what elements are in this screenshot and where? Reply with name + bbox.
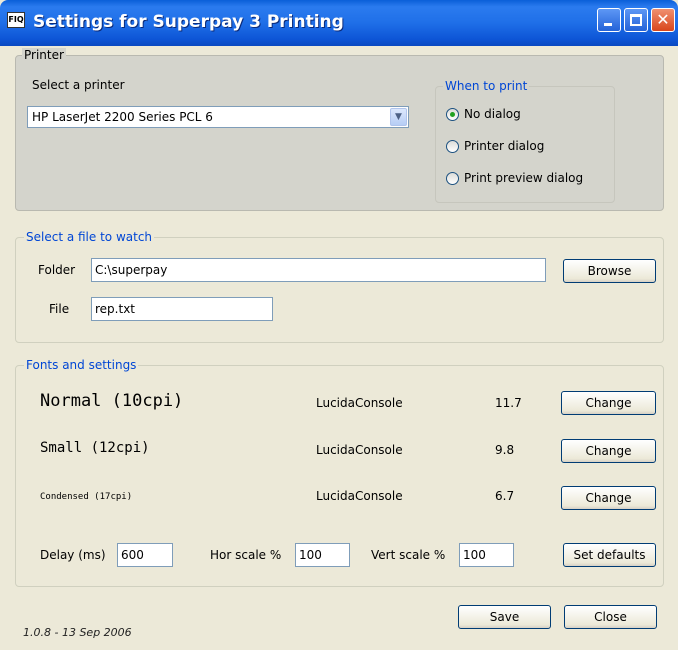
minimize-button[interactable] xyxy=(597,8,621,32)
hor-scale-input[interactable]: 100 xyxy=(295,543,350,567)
font-condensed-size: 6.7 xyxy=(495,489,515,503)
window-title: Settings for Superpay 3 Printing xyxy=(33,12,344,32)
font-small-size: 9.8 xyxy=(495,443,515,457)
watch-file-group: Select a file to watch xyxy=(15,230,664,343)
font-normal-size: 11.7 xyxy=(495,396,522,410)
vert-scale-label: Vert scale % xyxy=(371,548,446,562)
chevron-down-icon[interactable]: ▼ xyxy=(390,108,407,126)
maximize-button[interactable] xyxy=(624,8,648,32)
printer-group-title: Printer xyxy=(22,48,66,62)
title-bar[interactable]: FIQ Settings for Superpay 3 Printing ✕ xyxy=(0,0,678,46)
radio-no-dialog[interactable] xyxy=(446,108,459,121)
font-condensed-name: Condensed (17cpi) xyxy=(40,492,133,502)
radio-print-preview-dialog-label[interactable]: Print preview dialog xyxy=(464,171,583,185)
browse-button[interactable]: Browse xyxy=(563,259,656,283)
font-small-name: Small (12cpi) xyxy=(40,440,150,456)
printer-select[interactable]: HP LaserJet 2200 Series PCL 6 ▼ xyxy=(27,106,409,128)
folder-input[interactable]: C:\superpay xyxy=(91,258,546,282)
close-button[interactable]: Close xyxy=(564,605,657,629)
close-icon: ✕ xyxy=(656,10,670,29)
radio-print-preview-dialog[interactable] xyxy=(446,172,459,185)
change-small-font-button[interactable]: Change xyxy=(561,439,656,463)
watch-file-group-title: Select a file to watch xyxy=(24,230,155,244)
file-input[interactable]: rep.txt xyxy=(91,297,273,321)
maximize-icon xyxy=(630,14,642,26)
printer-select-value: HP LaserJet 2200 Series PCL 6 xyxy=(32,110,213,124)
radio-printer-dialog[interactable] xyxy=(446,140,459,153)
select-printer-label: Select a printer xyxy=(32,78,125,92)
minimize-icon xyxy=(604,23,612,26)
file-label: File xyxy=(49,302,70,316)
folder-label: Folder xyxy=(38,263,76,277)
font-normal-family: LucidaConsole xyxy=(316,396,403,410)
font-normal-name: Normal (10cpi) xyxy=(40,391,184,411)
delay-input[interactable]: 600 xyxy=(117,543,173,567)
font-small-family: LucidaConsole xyxy=(316,443,403,457)
save-button[interactable]: Save xyxy=(458,605,551,629)
close-window-button[interactable]: ✕ xyxy=(651,8,675,32)
radio-printer-dialog-label[interactable]: Printer dialog xyxy=(464,139,544,153)
when-to-print-title: When to print xyxy=(443,79,530,93)
hor-scale-label: Hor scale % xyxy=(210,548,282,562)
font-condensed-family: LucidaConsole xyxy=(316,489,403,503)
delay-label: Delay (ms) xyxy=(40,548,106,562)
set-defaults-button[interactable]: Set defaults xyxy=(563,543,656,567)
change-condensed-font-button[interactable]: Change xyxy=(561,486,656,510)
vert-scale-input[interactable]: 100 xyxy=(459,543,514,567)
version-label: 1.0.8 - 13 Sep 2006 xyxy=(23,626,132,639)
app-icon[interactable]: FIQ xyxy=(7,12,25,28)
radio-no-dialog-label[interactable]: No dialog xyxy=(464,107,521,121)
change-normal-font-button[interactable]: Change xyxy=(561,391,656,415)
fonts-settings-group-title: Fonts and settings xyxy=(24,358,139,372)
